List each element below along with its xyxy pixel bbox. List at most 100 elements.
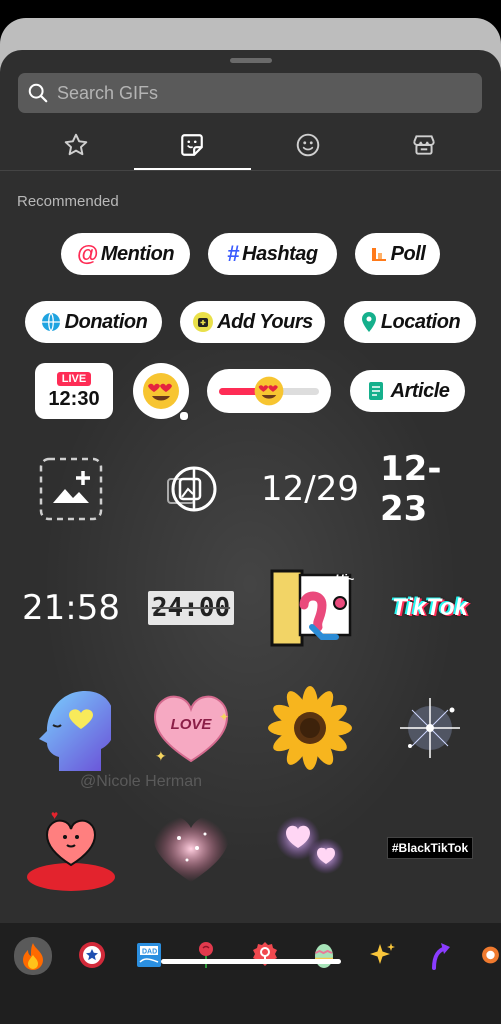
poll-sticker[interactable]: Poll [355, 233, 440, 275]
svg-text:♥: ♥ [51, 808, 58, 822]
bottom-female-sign[interactable] [247, 937, 283, 973]
bottom-badge[interactable] [74, 937, 110, 973]
love-label: LOVE [170, 716, 212, 733]
add-yours-icon [192, 311, 214, 333]
bottom-arrow[interactable] [423, 937, 459, 973]
drag-handle[interactable] [230, 58, 272, 63]
badge-icon [79, 942, 105, 968]
fire-icon [23, 943, 43, 970]
bottom-easter-egg[interactable] [306, 937, 342, 973]
glowing-hearts-icon [276, 816, 344, 874]
hashtag-icon: # [227, 241, 240, 266]
mention-sticker[interactable]: @ Mention [61, 233, 190, 275]
home-indicator[interactable] [161, 959, 341, 964]
search-icon [28, 83, 48, 103]
bottom-dad-card[interactable]: DAD [131, 937, 167, 973]
easter-egg-icon [315, 944, 333, 968]
bottom-rose[interactable] [188, 937, 224, 973]
hashtag-label: Hashtag [242, 242, 318, 265]
location-pin-icon [360, 311, 378, 333]
bottom-sparkles[interactable] [364, 937, 400, 973]
svg-text:✦: ✦ [219, 710, 229, 724]
female-sign-icon [253, 942, 277, 966]
black-tiktok-label: #BlackTikTok [386, 837, 474, 859]
sparkle-icon [400, 698, 460, 758]
hashtag-sticker[interactable]: # Hashtag [208, 233, 337, 275]
add-yours-sticker[interactable]: Add Yours [180, 301, 325, 343]
live-time-sticker[interactable]: LIVE 12:30 [35, 363, 113, 419]
poll-label: Poll [390, 242, 426, 265]
date-slash-sticker[interactable]: 12/29 [260, 439, 360, 539]
location-label: Location [380, 310, 461, 333]
black-tiktok-sticker[interactable]: #BlackTikTok [380, 798, 480, 898]
bottom-partial-item[interactable] [480, 937, 501, 973]
sparkle-sticker[interactable] [380, 678, 480, 778]
partial-icon [482, 946, 499, 964]
sunflower-icon [268, 686, 352, 770]
smiley-icon [296, 133, 320, 157]
live-badge: LIVE [56, 371, 92, 386]
flip-clock-sticker[interactable]: 24:00 [141, 558, 241, 658]
sparkles-icon [370, 943, 395, 964]
bottom-fire[interactable] [14, 937, 52, 975]
arrow-icon [432, 943, 450, 970]
live-time: 12:30 [48, 387, 100, 410]
location-sticker[interactable]: Location [344, 301, 476, 343]
heart-eyes-emoji-icon [143, 373, 179, 409]
add-yours-label: Add Yours [217, 310, 313, 333]
cutout-icon [167, 466, 217, 512]
article-sticker[interactable]: Article [350, 370, 465, 412]
date-dash-label: 12-23 [380, 449, 442, 529]
heart-character-sticker[interactable]: ♥ [21, 798, 121, 898]
date-slash-label: 12/29 [261, 469, 359, 509]
search-input[interactable] [55, 81, 459, 105]
clock-label: 21:58 [22, 588, 120, 628]
featured-sticker-bar: DAD [0, 923, 501, 1024]
slider-emoji-icon [254, 376, 284, 406]
svg-text:DAD: DAD [142, 949, 157, 956]
watermark-text: @Nicole Herman [80, 773, 203, 790]
mention-label: Mention [100, 242, 175, 265]
flip-clock-label: 24:00 [147, 591, 235, 625]
add-image-icon [39, 457, 103, 521]
corner-dot [179, 411, 189, 421]
rose-icon [199, 942, 213, 968]
glowing-hearts-sticker[interactable] [260, 798, 360, 898]
hi-label: Hi~ [334, 572, 354, 586]
svg-text:✦: ✦ [155, 748, 167, 764]
poll-icon [370, 245, 388, 263]
donation-sticker[interactable]: Donation [25, 301, 162, 343]
article-label: Article [390, 379, 450, 402]
date-dash-sticker[interactable]: 12-23 [380, 439, 480, 539]
cutout-sticker[interactable] [141, 439, 241, 539]
store-icon [413, 135, 435, 155]
tiktok-logo-label: TikTok [391, 594, 469, 621]
dad-card-icon: DAD [137, 943, 161, 967]
emoji-sticker[interactable] [133, 363, 189, 421]
sticker-icon [181, 134, 203, 156]
tab-emoji[interactable] [285, 128, 331, 162]
glitter-heart-sticker[interactable] [141, 798, 241, 898]
search-bar[interactable] [18, 73, 482, 113]
tab-stickers[interactable] [169, 128, 215, 162]
love-heart-sticker[interactable]: ✦ ✦ LOVE [141, 678, 241, 778]
head-heart-icon [39, 691, 111, 771]
tiktok-logo-sticker[interactable]: TikTok [380, 558, 480, 658]
upload-image-sticker[interactable] [21, 439, 121, 539]
hi-door-sticker[interactable]: Hi~ [260, 558, 360, 658]
star-icon [64, 133, 88, 156]
article-icon [366, 380, 388, 402]
heart-character-icon: ♥ [27, 808, 115, 891]
sunflower-sticker[interactable] [260, 678, 360, 778]
clock-sticker[interactable]: 21:58 [21, 558, 121, 658]
section-title: Recommended [17, 193, 119, 210]
tab-store[interactable] [401, 128, 447, 162]
active-tab-indicator [134, 168, 251, 170]
at-icon: @ [76, 241, 98, 266]
tab-favorites[interactable] [53, 128, 99, 162]
emoji-slider-sticker[interactable] [207, 369, 331, 413]
mind-heart-sticker[interactable] [21, 678, 121, 778]
category-tabs [0, 122, 501, 171]
sticker-sheet: Recommended @ Mention # Hashtag Poll Don… [0, 50, 501, 1024]
glitter-heart-icon [153, 815, 229, 882]
